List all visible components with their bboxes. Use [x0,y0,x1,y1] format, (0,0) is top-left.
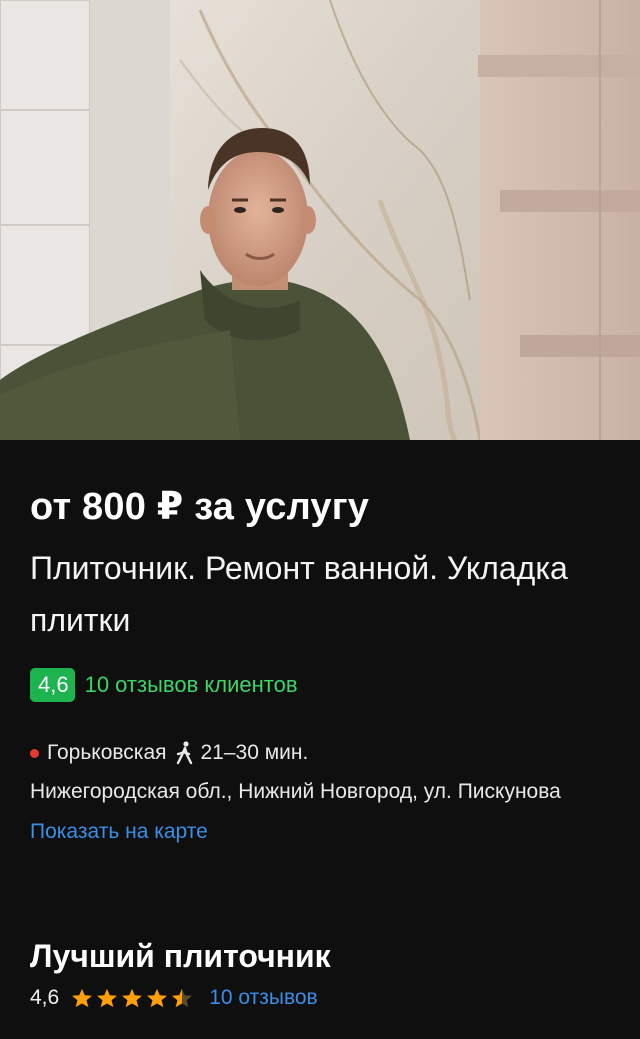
show-on-map-link[interactable]: Показать на карте [30,812,630,852]
walking-person-icon [175,741,195,765]
listing-photo[interactable] [0,0,640,440]
pro-name[interactable]: Лучший плиточник [30,938,331,975]
star-icon [122,988,143,1008]
star-rating [71,988,193,1008]
metro-line-dot [30,748,39,758]
listing-title: Плиточник. Ремонт ванной. Укладка плитки [30,550,568,638]
metro-row: Горьковская 21–30 мин. [30,738,630,768]
star-icon [147,988,168,1008]
location-block: Горьковская 21–30 мин. Нижегородская обл… [30,738,630,852]
metro-station: Горьковская [47,741,167,764]
pro-score: 4,6 [30,986,60,1009]
client-reviews-link[interactable]: 10 отзывов клиентов [85,672,298,698]
rating-badge: 4,6 [30,668,75,702]
photo-illustration [0,0,640,440]
address-text: Нижегородская обл., Нижний Новгород, ул.… [30,780,561,803]
star-icon [97,988,118,1008]
pro-rating-row: 4,6 10 отзывов [30,986,318,1010]
price-label: от 800 ₽ за услугу [30,486,370,528]
pro-reviews-link[interactable]: 10 отзывов [209,986,318,1010]
half-star-icon [172,988,193,1008]
walk-time: 21–30 мин. [200,741,309,764]
star-icon [72,988,93,1008]
rating-row[interactable]: 4,6 10 отзывов клиентов [30,668,298,702]
